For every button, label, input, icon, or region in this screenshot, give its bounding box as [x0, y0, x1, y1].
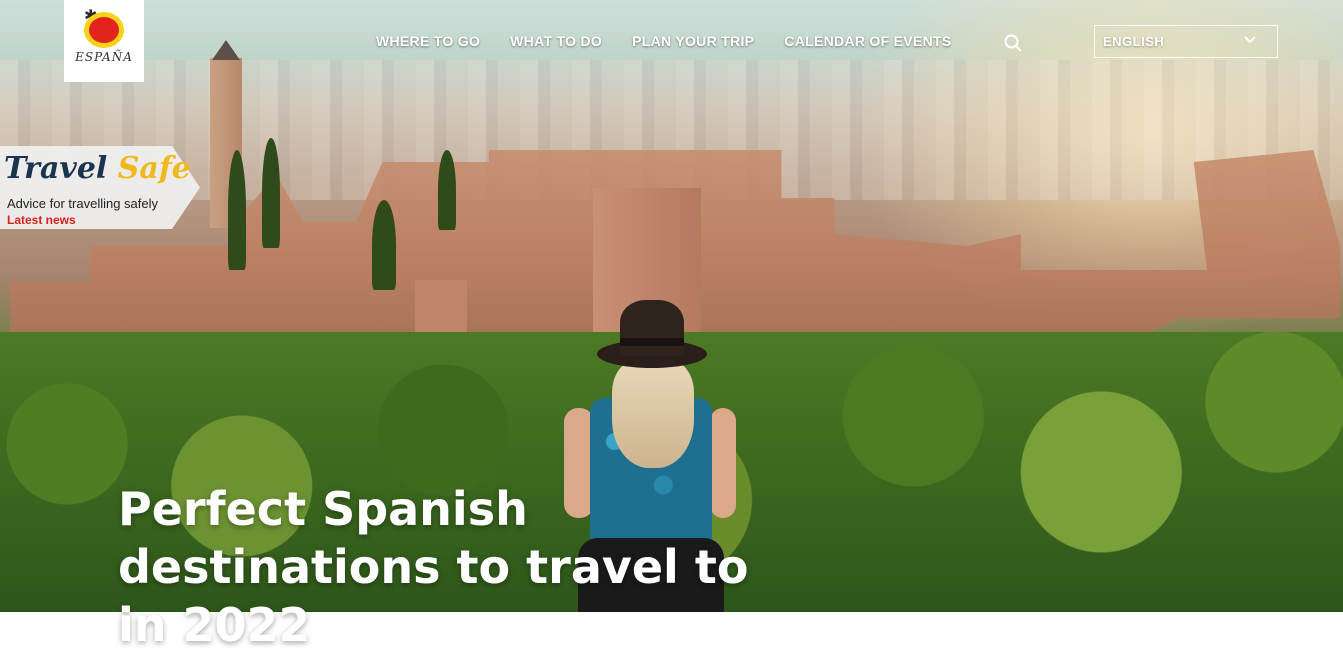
travel-safe-banner[interactable]: Travel Safe Advice for travelling safely… [0, 146, 200, 229]
logo-text: ESPAÑA [75, 50, 133, 64]
nav-calendar-of-events[interactable]: CALENDAR OF EVENTS [784, 33, 951, 49]
headline-line-3: in 2022 [118, 598, 311, 652]
title-safe: Safe [117, 151, 191, 186]
espana-logo[interactable]: ✱ ESPAÑA [64, 0, 144, 82]
hero-headline: Perfect Spanish destinations to travel t… [118, 480, 778, 654]
cypress-tree [438, 150, 456, 230]
title-travel: Travel [4, 151, 108, 186]
language-value: ENGLISH [1103, 34, 1165, 49]
headline-line-2: destinations to travel to [118, 540, 749, 594]
headline-line-1: Perfect Spanish [118, 482, 528, 536]
sun-icon [84, 12, 124, 48]
latest-news-link[interactable]: Latest news [7, 213, 76, 227]
travel-safe-title: Travel Safe [4, 151, 191, 186]
cypress-tree [372, 200, 396, 290]
search-icon[interactable] [1004, 34, 1022, 52]
travel-safe-subtitle: Advice for travelling safely [7, 196, 159, 211]
nav-plan-your-trip[interactable]: PLAN YOUR TRIP [632, 33, 754, 49]
chevron-down-icon [1244, 36, 1256, 44]
nav-where-to-go[interactable]: WHERE TO GO [376, 33, 480, 49]
main-nav: WHERE TO GO WHAT TO DO PLAN YOUR TRIP CA… [376, 33, 951, 49]
nav-what-to-do[interactable]: WHAT TO DO [510, 33, 602, 49]
cypress-tree [228, 150, 246, 270]
language-select[interactable]: ENGLISH [1094, 25, 1278, 58]
cypress-tree [262, 138, 280, 248]
